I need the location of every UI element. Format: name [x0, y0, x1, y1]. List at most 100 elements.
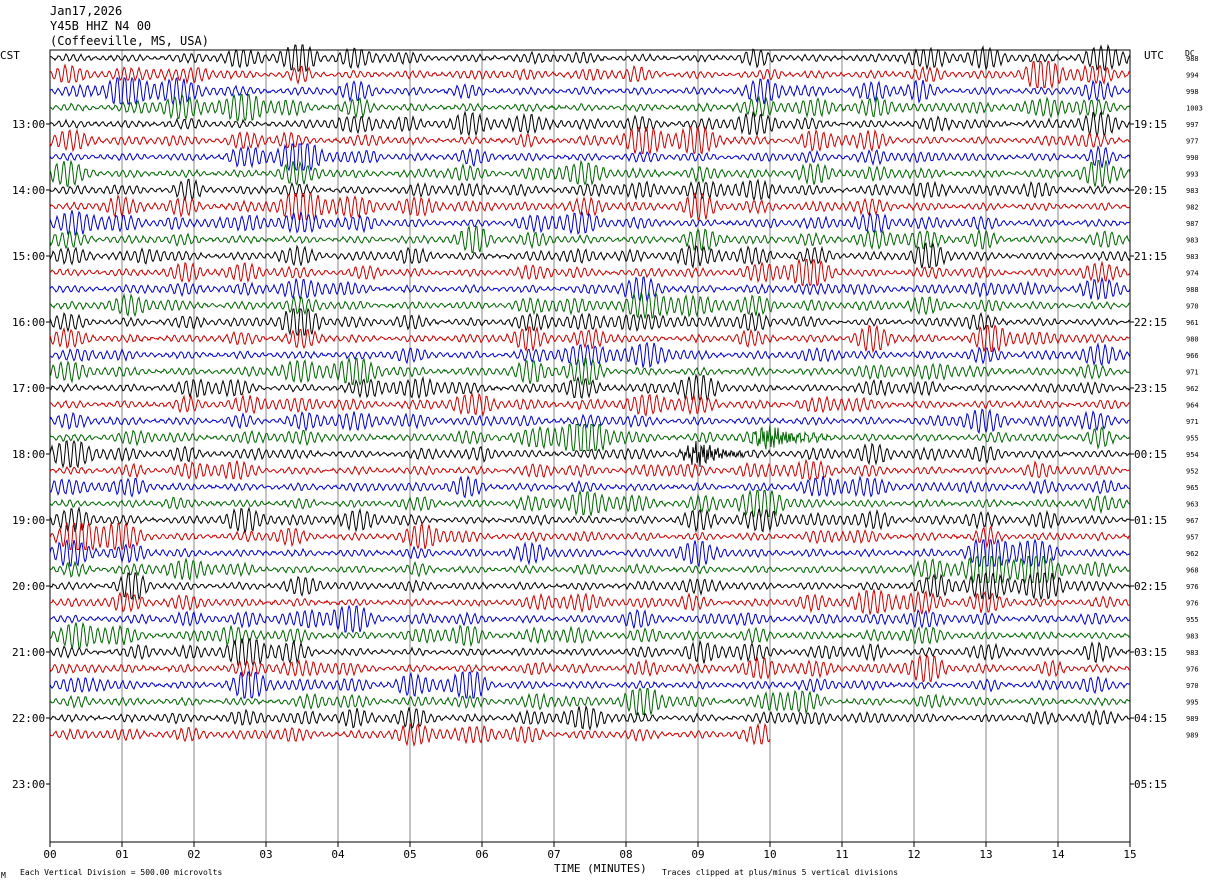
utc-hour-label: 20:15 [1134, 184, 1167, 197]
dc-offset-label-row-34: 955 [1186, 616, 1199, 624]
utc-hour-label: 02:15 [1134, 580, 1167, 593]
dc-offset-label-row-23: 955 [1186, 435, 1199, 443]
trace-row-6 [49, 143, 1131, 172]
dc-offset-label-row-37: 976 [1186, 666, 1199, 674]
trace-row-32 [49, 571, 1131, 601]
x-tick-label-11: 11 [835, 848, 848, 861]
cst-hour-label: 23:00 [12, 778, 45, 791]
trace-row-15 [49, 290, 1131, 319]
x-tick-label-09: 09 [691, 848, 704, 861]
trace-row-8 [49, 178, 1131, 202]
trace-row-24 [49, 439, 1131, 469]
x-axis-title: TIME (MINUTES) [554, 862, 647, 875]
trace-row-37 [49, 653, 1131, 683]
dc-offset-label-row-24: 954 [1186, 451, 1199, 459]
dc-offset-label-row-41: 989 [1186, 732, 1199, 740]
dc-offset-label-row-16: 961 [1186, 319, 1199, 327]
trace-row-21 [49, 392, 1131, 418]
x-tick-label-10: 10 [763, 848, 776, 861]
x-tick-label-12: 12 [907, 848, 920, 861]
cst-hour-label: 22:00 [12, 712, 45, 725]
x-tick-label-06: 06 [475, 848, 488, 861]
dc-offset-label-row-18: 966 [1186, 352, 1199, 360]
utc-hour-label: 23:15 [1134, 382, 1167, 395]
dc-offset-label-row-30: 962 [1186, 550, 1199, 558]
dc-offset-label-row-21: 964 [1186, 402, 1199, 410]
utc-hour-label: 01:15 [1134, 514, 1167, 527]
dc-offset-label-row-27: 963 [1186, 501, 1199, 509]
cst-hour-label: 17:00 [12, 382, 45, 395]
trace-row-26 [49, 475, 1131, 499]
utc-hour-label: 22:15 [1134, 316, 1167, 329]
dc-offset-label-row-14: 988 [1186, 286, 1199, 294]
x-tick-label-02: 02 [187, 848, 200, 861]
x-tick-label-05: 05 [403, 848, 416, 861]
x-tick-label-08: 08 [619, 848, 632, 861]
cst-hour-label: 18:00 [12, 448, 45, 461]
trace-row-10 [49, 210, 1131, 236]
dc-offset-label-row-3: 1003 [1186, 105, 1203, 113]
trace-row-4 [49, 110, 1131, 138]
trace-row-36 [49, 637, 1131, 667]
cst-hour-label: 13:00 [12, 118, 45, 131]
trace-row-29 [49, 521, 1131, 552]
trace-row-0 [49, 43, 1131, 73]
utc-hour-label: 19:15 [1134, 118, 1167, 131]
trace-row-33 [49, 589, 1131, 615]
dc-offset-label-row-26: 965 [1186, 484, 1199, 492]
x-tick-label-03: 03 [259, 848, 272, 861]
dc-offset-label-row-10: 987 [1186, 220, 1199, 228]
trace-row-3 [49, 93, 1131, 122]
utc-hour-label: 04:15 [1134, 712, 1167, 725]
dc-offset-label-row-32: 976 [1186, 583, 1199, 591]
trace-row-13 [49, 258, 1131, 287]
dc-offset-label-row-31: 968 [1186, 567, 1199, 575]
dc-offset-label-row-12: 983 [1186, 253, 1199, 261]
cst-hour-label: 15:00 [12, 250, 45, 263]
trace-row-1 [49, 60, 1131, 90]
utc-hour-label: 00:15 [1134, 448, 1167, 461]
trace-row-23 [49, 423, 1131, 451]
x-tick-label-04: 04 [331, 848, 345, 861]
trace-row-17 [49, 324, 1130, 354]
utc-hour-label: 21:15 [1134, 250, 1167, 263]
dc-offset-label-row-17: 980 [1186, 336, 1199, 344]
cst-hour-label: 16:00 [12, 316, 45, 329]
cst-hour-label: 20:00 [12, 580, 45, 593]
x-tick-label-07: 07 [547, 848, 560, 861]
trace-row-18 [49, 341, 1131, 368]
trace-row-19 [49, 356, 1131, 387]
dc-offset-label-row-7: 993 [1186, 171, 1199, 179]
dc-offset-label-row-19: 971 [1186, 369, 1199, 377]
trace-row-35 [49, 621, 1131, 650]
dc-offset-label-row-33: 976 [1186, 600, 1199, 608]
dc-offset-label-row-25: 952 [1186, 468, 1199, 476]
dc-offset-label-row-38: 970 [1186, 682, 1199, 690]
x-tick-label-01: 01 [115, 848, 128, 861]
trace-row-27 [49, 489, 1131, 518]
dc-offset-label-row-40: 989 [1186, 715, 1199, 723]
trace-row-12 [49, 241, 1131, 269]
trace-row-16 [49, 307, 1131, 336]
trace-row-14 [49, 276, 1131, 302]
x-tick-label-14: 14 [1051, 848, 1065, 861]
dc-offset-label-row-20: 962 [1186, 385, 1199, 393]
trace-row-11 [49, 224, 1131, 253]
dc-offset-label-row-22: 971 [1186, 418, 1199, 426]
dc-offset-label-row-28: 967 [1186, 517, 1199, 525]
trace-row-39 [49, 687, 1131, 716]
dc-offset-label-row-35: 983 [1186, 633, 1199, 641]
trace-row-5 [49, 125, 1131, 156]
dc-offset-label-row-39: 995 [1186, 699, 1199, 707]
trace-row-30 [49, 538, 1131, 568]
trace-row-40 [49, 704, 1131, 731]
trace-row-22 [49, 408, 1131, 435]
dc-offset-label-row-11: 983 [1186, 237, 1199, 245]
trace-row-7 [49, 159, 1131, 188]
dc-offset-label-row-13: 974 [1186, 270, 1199, 278]
dc-offset-label-row-9: 982 [1186, 204, 1199, 212]
dc-offset-label-row-36: 983 [1186, 649, 1199, 657]
x-tick-label-15: 15 [1123, 848, 1136, 861]
utc-hour-label: 03:15 [1134, 646, 1167, 659]
utc-hour-label: 05:15 [1134, 778, 1167, 791]
